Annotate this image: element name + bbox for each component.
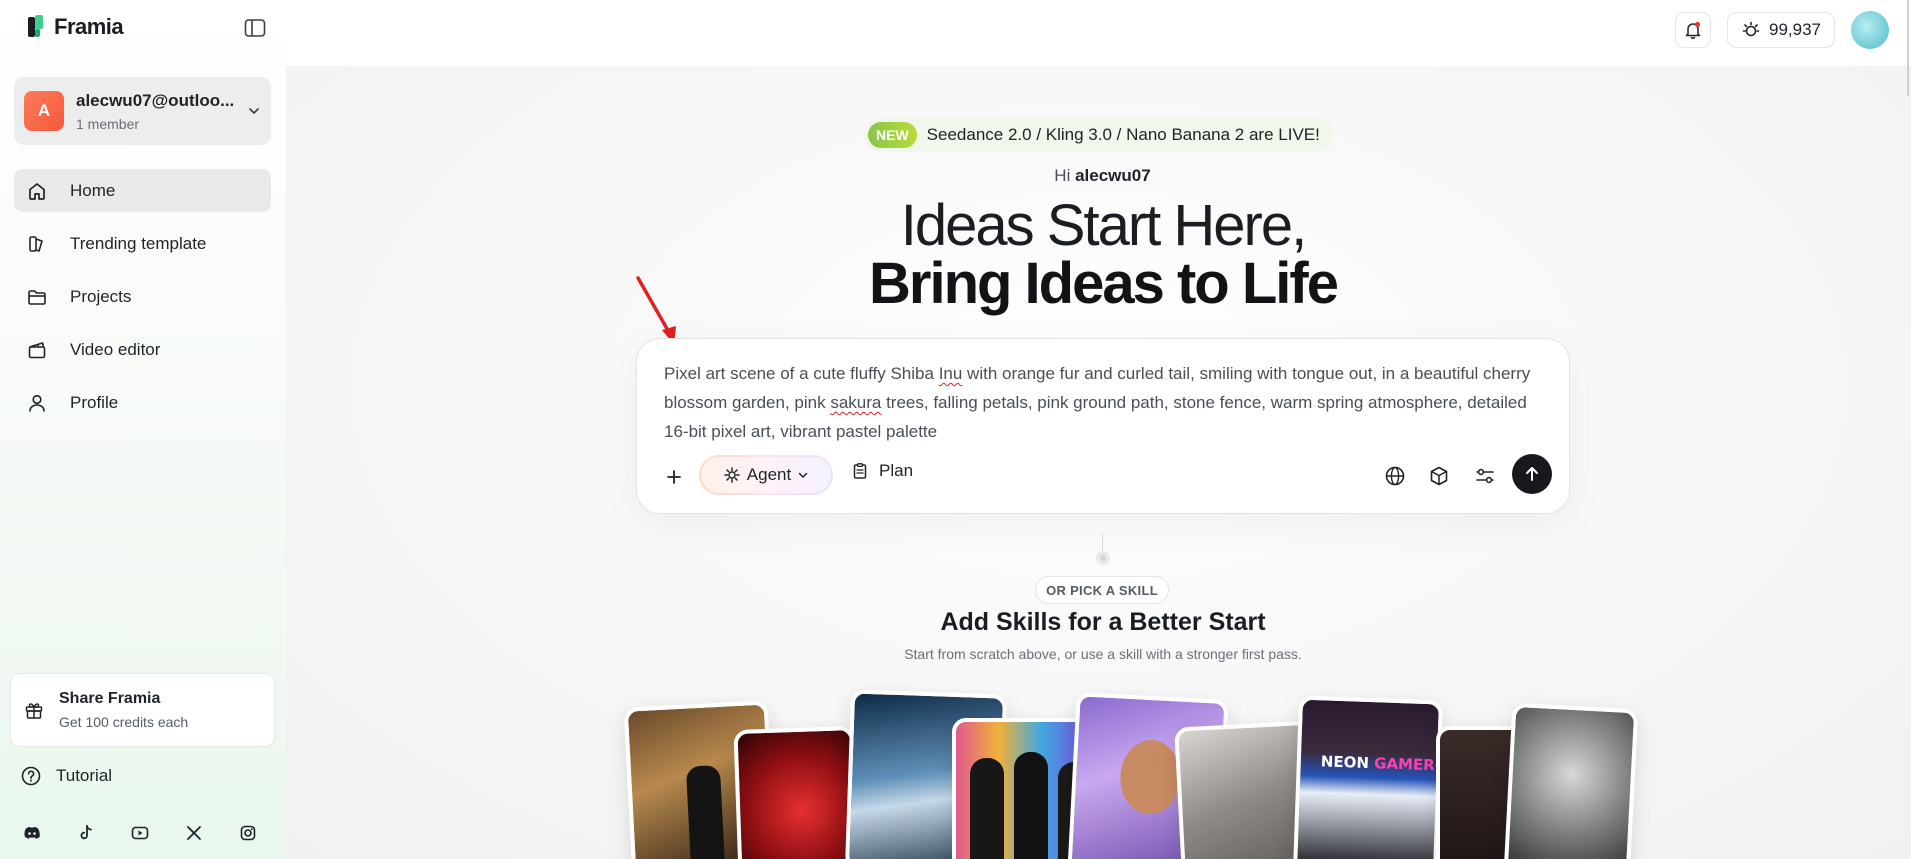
credits-badge[interactable]: 99,937 xyxy=(1727,12,1835,48)
plus-icon xyxy=(667,470,681,484)
sidebar: Framia A alecwu07@outloo... 1 member Hom… xyxy=(0,0,286,859)
arrow-up-icon xyxy=(1526,467,1538,481)
credits-count: 99,937 xyxy=(1769,20,1821,39)
discord-icon[interactable] xyxy=(22,823,42,843)
sidebar-item-label: Projects xyxy=(70,286,132,306)
cube-icon[interactable] xyxy=(1426,463,1452,489)
greeting: Hi alecwu07 xyxy=(0,166,1911,186)
agent-icon xyxy=(724,467,740,483)
bell-icon xyxy=(1685,21,1701,39)
tutorial-link[interactable]: Tutorial xyxy=(20,765,112,787)
app-name: Framia xyxy=(54,14,124,39)
sidebar-item-profile[interactable]: Profile xyxy=(14,381,271,424)
skills-title: Add Skills for a Better Start xyxy=(940,608,1266,636)
user-avatar[interactable] xyxy=(1851,11,1889,49)
sidebar-item-label: Trending template xyxy=(70,233,207,253)
greeting-prefix: Hi xyxy=(1054,166,1071,185)
announcement-banner[interactable]: NEW Seedance 2.0 / Kling 3.0 / Nano Bana… xyxy=(864,118,1334,152)
announcement-text: Seedance 2.0 / Kling 3.0 / Nano Banana 2… xyxy=(926,125,1320,144)
connector-dot xyxy=(1096,551,1110,565)
sidebar-nav: Home Trending template Projects Video ed… xyxy=(14,169,271,434)
skill-card-figure xyxy=(1014,752,1048,859)
folder-icon xyxy=(28,289,46,305)
template-icon xyxy=(29,235,43,252)
hero-title-line2: Bring Ideas to Life xyxy=(869,251,1339,316)
hero-title-line1: Ideas Start Here, xyxy=(900,193,1307,258)
prompt-input[interactable]: Pixel art scene of a cute fluffy Shiba I… xyxy=(664,359,1544,446)
globe-icon[interactable] xyxy=(1382,463,1408,489)
scrollbar[interactable] xyxy=(1907,0,1909,96)
sidebar-item-trending-template[interactable]: Trending template xyxy=(14,222,271,265)
chevron-down-icon xyxy=(798,472,808,479)
youtube-icon[interactable] xyxy=(130,823,150,843)
user-icon xyxy=(29,394,45,412)
workspace-avatar: A xyxy=(24,91,64,131)
plan-button[interactable]: Plan xyxy=(851,461,913,481)
workspace-switcher[interactable]: A alecwu07@outloo... 1 member xyxy=(14,77,271,145)
sidebar-item-label: Profile xyxy=(70,392,119,412)
tiktok-icon[interactable] xyxy=(76,823,96,843)
pick-skill-pill: OR PICK A SKILL xyxy=(1035,576,1169,604)
plan-label: Plan xyxy=(879,461,914,480)
chevron-down-icon xyxy=(249,108,259,115)
skill-card-figure xyxy=(1118,738,1183,816)
notifications-button[interactable] xyxy=(1675,12,1711,48)
x-icon[interactable] xyxy=(184,823,204,843)
help-icon xyxy=(21,766,41,786)
framia-logo-icon xyxy=(28,15,46,39)
top-bar xyxy=(286,0,1911,66)
gift-icon xyxy=(25,703,43,719)
prompt-text-segment: Pixel art scene of a cute fluffy Shiba xyxy=(664,364,939,383)
workspace-name: alecwu07@outloo... xyxy=(76,90,235,110)
clapperboard-icon xyxy=(28,341,46,358)
social-links xyxy=(22,823,258,843)
spellcheck-word: sakura xyxy=(830,393,882,412)
skill-card[interactable] xyxy=(733,725,859,859)
framia-logo[interactable]: Framia xyxy=(28,14,124,40)
sidebar-toggle-icon[interactable] xyxy=(244,18,268,40)
sidebar-item-label: Video editor xyxy=(70,339,161,359)
share-framia-card[interactable]: Share Framia Get 100 credits each xyxy=(10,673,275,747)
skills-subtitle: Start from scratch above, or use a skill… xyxy=(904,646,1302,662)
workspace-members: 1 member xyxy=(76,115,140,132)
settings-sliders-icon[interactable] xyxy=(1472,463,1498,489)
credits-icon xyxy=(1742,21,1760,37)
skill-card-figure xyxy=(970,758,1004,859)
skill-card[interactable] xyxy=(1503,702,1639,859)
agent-mode-dropdown[interactable]: Agent xyxy=(699,455,833,495)
sidebar-item-projects[interactable]: Projects xyxy=(14,275,271,318)
share-subtitle: Get 100 credits each xyxy=(59,714,189,730)
agent-label: Agent xyxy=(746,465,792,484)
skill-card-figure xyxy=(685,764,726,859)
clipboard-icon xyxy=(853,463,867,479)
skill-card[interactable]: NEON GAMER xyxy=(1292,695,1444,859)
send-button[interactable] xyxy=(1512,454,1552,494)
connector-line xyxy=(1102,533,1103,553)
spellcheck-word: Inu xyxy=(938,364,963,383)
greeting-username: alecwu07 xyxy=(1075,166,1151,185)
sidebar-item-video-editor[interactable]: Video editor xyxy=(14,328,271,371)
instagram-icon[interactable] xyxy=(238,823,258,843)
share-title: Share Framia xyxy=(59,690,161,707)
prompt-box: Pixel art scene of a cute fluffy Shiba I… xyxy=(636,338,1570,514)
new-badge: NEW xyxy=(868,122,917,148)
tutorial-label: Tutorial xyxy=(56,766,113,785)
add-attachment-button[interactable] xyxy=(661,464,687,490)
